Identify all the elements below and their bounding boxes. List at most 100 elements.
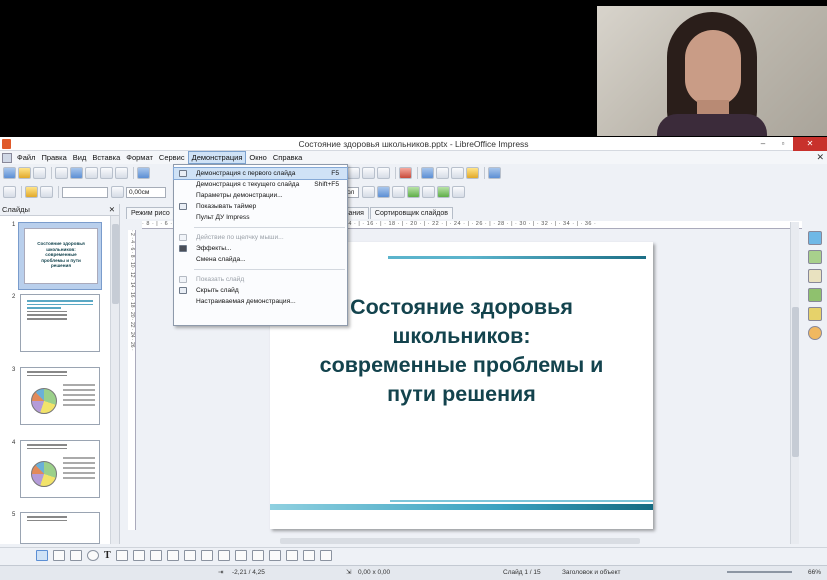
vertical-ruler[interactable]: · 2 · 4 · 6 · 8 · 10 · 12 · 14 · 16 · 18… — [128, 230, 136, 530]
line-fill-toolbar: 0,00см Гол — [0, 184, 827, 200]
connector-icon[interactable] — [132, 550, 145, 561]
points-icon[interactable] — [251, 550, 264, 561]
extrusion-icon[interactable] — [319, 550, 332, 561]
menu-item-impress-remote[interactable]: Пульт ДУ Impress — [174, 212, 347, 223]
transparency-icon[interactable] — [422, 186, 435, 198]
menu-item-start-from-current[interactable]: Демонстрация с текущего слайда Shift+F5 — [174, 179, 347, 190]
edit-mode-icon[interactable] — [70, 167, 83, 179]
slide-thumbnail-3[interactable]: 3 — [0, 367, 110, 427]
zoom-level[interactable]: 66% — [808, 566, 821, 580]
line-style-select[interactable] — [62, 186, 108, 198]
slide-thumbnail-5[interactable]: 5 — [0, 512, 110, 544]
email-icon[interactable] — [55, 167, 68, 179]
dropdown-chevron-icon[interactable] — [111, 186, 124, 198]
menu-slideshow[interactable]: Демонстрация — [187, 151, 247, 164]
menu-edit[interactable]: Правка — [38, 151, 69, 164]
callouts-icon[interactable] — [217, 550, 230, 561]
tab-normal-view[interactable]: Режим рисо — [126, 207, 175, 219]
line-end-icon[interactable] — [40, 186, 53, 198]
menu-help[interactable]: Справка — [270, 151, 305, 164]
flowchart-icon[interactable] — [200, 550, 213, 561]
scrollbar-thumb[interactable] — [112, 224, 119, 304]
table-icon[interactable] — [399, 167, 412, 179]
position-icon[interactable] — [437, 186, 450, 198]
media-icon[interactable] — [451, 167, 464, 179]
dropdown-chevron-icon[interactable] — [362, 186, 375, 198]
close-button[interactable]: ✕ — [793, 137, 827, 151]
menu-format[interactable]: Формат — [123, 151, 156, 164]
close-panel-icon[interactable]: ✕ — [109, 204, 115, 216]
menu-tools[interactable]: Сервис — [156, 151, 188, 164]
export-pdf-icon[interactable] — [85, 167, 98, 179]
layouts-icon[interactable] — [808, 250, 822, 264]
line-icon[interactable] — [53, 550, 65, 561]
slide-thumbnail-4[interactable]: 4 — [0, 440, 110, 500]
styles-icon[interactable] — [377, 167, 390, 179]
slide-transition-icon[interactable] — [808, 307, 822, 321]
spellcheck-icon[interactable] — [137, 167, 150, 179]
slide-thumbnail-text — [21, 300, 99, 320]
menu-item-hide-slide[interactable]: Скрыть слайд — [174, 285, 347, 296]
area-fill-icon[interactable] — [407, 186, 420, 198]
arrow-style-icon[interactable] — [25, 186, 38, 198]
open-icon[interactable] — [18, 167, 31, 179]
save-icon[interactable] — [33, 167, 46, 179]
select-icon[interactable] — [36, 550, 48, 561]
menu-item-slideshow-settings[interactable]: Параметры демонстрации... — [174, 190, 347, 201]
symbol-shapes-icon[interactable] — [166, 550, 179, 561]
curve-icon[interactable] — [115, 550, 128, 561]
master-slides-icon[interactable] — [808, 269, 822, 283]
slides-panel-scrollbar[interactable] — [110, 216, 119, 544]
menu-item-custom-slideshow[interactable]: Настраиваемая демонстрация... — [174, 296, 347, 307]
zoom-icon[interactable] — [347, 167, 360, 179]
ellipse-icon[interactable] — [87, 550, 99, 561]
stars-icon[interactable] — [234, 550, 247, 561]
tab-slide-sorter[interactable]: Сортировщик слайдов — [369, 207, 453, 219]
area-style-icon[interactable] — [392, 186, 405, 198]
menu-window[interactable]: Окно — [246, 151, 269, 164]
gallery-icon[interactable] — [302, 550, 315, 561]
menu-item-start-from-first[interactable]: Демонстрация с первого слайда F5 — [173, 167, 348, 180]
fontwork-icon[interactable] — [466, 167, 479, 179]
menu-insert[interactable]: Вставка — [89, 151, 123, 164]
rotate-icon[interactable] — [452, 186, 465, 198]
menu-item-slide-transition[interactable]: Смена слайда... — [174, 254, 347, 265]
menu-item-rehearse-timings[interactable]: Показывать таймер — [174, 201, 347, 212]
image-icon[interactable] — [436, 167, 449, 179]
chart-icon[interactable] — [421, 167, 434, 179]
menu-view[interactable]: Вид — [70, 151, 90, 164]
pie-chart-thumbnail — [31, 461, 57, 487]
slide-thumbnail-2[interactable]: 2 — [0, 294, 110, 354]
scrollbar-thumb[interactable] — [792, 307, 799, 457]
line-width-field[interactable]: 0,00см — [126, 186, 166, 198]
print-direct-icon[interactable] — [115, 167, 128, 179]
menu-item-show-slide[interactable]: Показать слайд — [174, 274, 347, 285]
zoom-slider[interactable] — [727, 571, 792, 573]
animation-icon[interactable] — [808, 288, 822, 302]
line-style-icon[interactable] — [3, 186, 16, 198]
from-file-icon[interactable] — [285, 550, 298, 561]
menu-file[interactable]: Файл — [14, 151, 38, 164]
vertical-scrollbar[interactable] — [790, 222, 799, 544]
maximize-button[interactable]: ▫ — [773, 137, 793, 151]
shadow-icon[interactable] — [377, 186, 390, 198]
print-icon[interactable] — [100, 167, 113, 179]
help-icon[interactable] — [488, 167, 501, 179]
minimize-button[interactable]: – — [753, 137, 773, 151]
navigator-icon[interactable] — [808, 326, 822, 340]
basic-shapes-icon[interactable] — [149, 550, 162, 561]
new-icon[interactable] — [3, 167, 16, 179]
chart-legend-thumbnail — [63, 457, 95, 482]
gallery-icon[interactable] — [362, 167, 375, 179]
properties-icon[interactable] — [808, 231, 822, 245]
text-tool-icon[interactable]: T — [104, 550, 111, 561]
slide-thumbnail-1[interactable]: 1 Состояние здоровья школьников: совреме… — [0, 222, 110, 290]
menu-separator — [194, 227, 345, 228]
block-arrows-icon[interactable] — [183, 550, 196, 561]
rectangle-icon[interactable] — [70, 550, 82, 561]
menu-item-custom-animation[interactable]: Эффекты... — [174, 243, 347, 254]
menu-item-interaction[interactable]: Действие по щелчку мыши... — [174, 232, 347, 243]
glue-points-icon[interactable] — [268, 550, 281, 561]
horizontal-scrollbar[interactable] — [280, 538, 640, 544]
close-document-icon[interactable]: ✕ — [816, 152, 824, 163]
